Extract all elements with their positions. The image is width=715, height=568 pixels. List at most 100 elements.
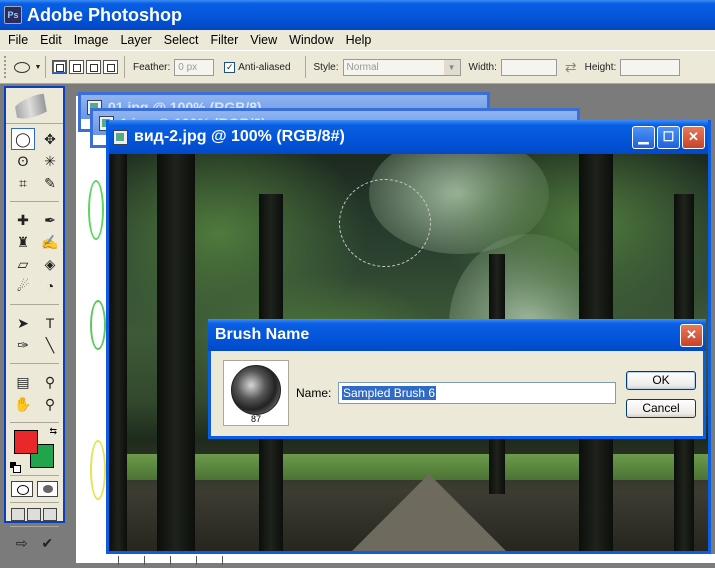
menu-window[interactable]: Window <box>283 33 339 47</box>
paint-bucket-tool-icon[interactable]: ◈ <box>38 253 62 275</box>
swap-width-height-icon[interactable]: ⇄ <box>565 59 577 76</box>
sketch-mark <box>222 556 236 565</box>
type-tool-icon[interactable]: T <box>38 312 62 334</box>
swap-colors-icon[interactable]: ⇆ <box>49 426 57 437</box>
hand-tool-icon[interactable]: ✋ <box>11 393 35 415</box>
line-tool-icon[interactable]: ╲ <box>38 334 62 356</box>
path-selection-tool-icon[interactable]: ➤ <box>11 312 35 334</box>
jump-to-imageready-icon[interactable]: ⇨ <box>11 532 33 554</box>
new-selection-button[interactable] <box>52 60 67 74</box>
color-swatches: ⇆ <box>10 426 59 473</box>
jump-row: ⇨ ✔ <box>6 530 63 556</box>
pen-tool-icon[interactable]: ✑ <box>11 334 35 356</box>
menu-view[interactable]: View <box>244 33 283 47</box>
screen-mode-row <box>6 506 63 523</box>
menu-select[interactable]: Select <box>158 33 205 47</box>
divider <box>10 502 59 503</box>
anti-aliased-label: Anti-aliased <box>238 61 291 73</box>
dodge-tool-icon[interactable]: ◔ <box>38 275 62 297</box>
sketch-mark <box>196 556 210 565</box>
anti-aliased-checkbox[interactable]: ✓ <box>224 61 236 73</box>
eyedropper-tool-icon[interactable]: ⚲ <box>38 371 62 393</box>
height-label: Height: <box>584 61 617 73</box>
lasso-tool-icon[interactable]: ʘ <box>11 150 35 172</box>
document-titlebar[interactable]: вид-2.jpg @ 100% (RGB/8#) ▁ ☐ ✕ <box>109 120 708 154</box>
tools-grid: ➤ T ✑ ╲ <box>6 308 63 360</box>
clone-stamp-tool-icon[interactable]: ♜ <box>11 231 35 253</box>
standard-screen-mode-button[interactable] <box>11 508 25 521</box>
eraser-tool-icon[interactable]: ▱ <box>11 253 35 275</box>
close-button[interactable]: ✕ <box>682 125 705 149</box>
divider <box>10 363 59 364</box>
elliptical-marquee-icon <box>13 61 30 73</box>
ok-button[interactable]: OK <box>626 371 696 390</box>
full-screen-mode-button[interactable] <box>43 508 57 521</box>
notes-tool-icon[interactable]: ▤ <box>11 371 35 393</box>
minimize-button[interactable]: ▁ <box>632 125 655 149</box>
divider <box>10 475 59 476</box>
menu-layer[interactable]: Layer <box>114 33 157 47</box>
add-to-selection-button[interactable] <box>69 60 84 74</box>
style-select[interactable]: Normal ▼ <box>342 58 461 76</box>
selection-modes <box>46 56 125 78</box>
green-doodle <box>90 300 106 350</box>
cancel-button[interactable]: Cancel <box>626 399 696 418</box>
brush-tool-icon[interactable]: ✒ <box>38 209 62 231</box>
standard-mode-button[interactable] <box>11 481 33 497</box>
app-titlebar: Ps Adobe Photoshop <box>0 0 715 30</box>
zoom-tool-icon[interactable]: ⚲ <box>38 393 62 415</box>
options-bar: ▼ Feather: 0 px ✓ Anti-aliased Style: No… <box>0 50 715 84</box>
sketch-mark <box>170 556 184 565</box>
menu-file[interactable]: File <box>2 33 34 47</box>
elliptical-marquee-tool-icon[interactable]: ◯ <box>11 128 35 150</box>
document-title: вид-2.jpg @ 100% (RGB/8#) <box>134 128 345 145</box>
document-icon <box>113 129 128 145</box>
menu-image[interactable]: Image <box>68 33 115 47</box>
height-input[interactable] <box>620 58 681 76</box>
menu-help[interactable]: Help <box>340 33 378 47</box>
quick-mask-mode-button[interactable] <box>36 481 58 497</box>
style-label: Style: <box>313 61 339 73</box>
brush-name-input[interactable]: Sampled Brush 6 <box>338 382 616 404</box>
full-screen-menu-mode-button[interactable] <box>27 508 41 521</box>
healing-brush-tool-icon[interactable]: ✚ <box>11 209 35 231</box>
slice-tool-icon[interactable]: ✎ <box>38 172 62 194</box>
menu-edit[interactable]: Edit <box>34 33 68 47</box>
menu-bar: File Edit Image Layer Select Filter View… <box>0 30 715 50</box>
subtract-from-selection-button[interactable] <box>86 60 101 74</box>
width-label: Width: <box>468 61 497 73</box>
dialog-close-button[interactable]: ✕ <box>680 323 703 347</box>
tools-grid: ✚ ✒ ♜ ✍ ▱ ◈ ☄ ◔ <box>6 205 63 301</box>
dialog-titlebar[interactable]: Brush Name ✕ <box>208 319 706 351</box>
tools-grid: ◯ ✥ ʘ ✳ ⌗ ✎ <box>6 124 63 198</box>
brush-name-value: Sampled Brush 6 <box>342 386 437 400</box>
name-label: Name: <box>296 386 332 400</box>
toolbox-header[interactable] <box>6 87 63 124</box>
green-doodle <box>88 180 104 240</box>
photoshop-logo-icon: Ps <box>4 6 22 24</box>
feather-input[interactable]: 0 px <box>174 58 215 76</box>
blur-tool-icon[interactable]: ☄ <box>11 275 35 297</box>
crop-tool-icon[interactable]: ⌗ <box>11 172 35 194</box>
menu-filter[interactable]: Filter <box>204 33 244 47</box>
elliptical-selection-marquee[interactable] <box>339 179 431 267</box>
foreground-color-swatch[interactable] <box>14 430 38 454</box>
width-input[interactable] <box>500 58 557 76</box>
magic-wand-tool-icon[interactable]: ✳ <box>38 150 62 172</box>
maximize-button[interactable]: ☐ <box>657 125 680 149</box>
feather-logo-icon <box>8 87 61 124</box>
divider <box>10 422 59 423</box>
sampled-brush-icon <box>231 365 281 415</box>
move-tool-icon[interactable]: ✥ <box>38 128 62 150</box>
chevron-down-icon: ▼ <box>443 59 460 75</box>
tools-grid: ▤ ⚲ ✋ ⚲ <box>6 367 63 419</box>
park-path <box>349 474 509 551</box>
tool-preset-picker[interactable]: ▼ <box>10 56 46 78</box>
history-brush-tool-icon[interactable]: ✍ <box>38 231 62 253</box>
intersect-selection-button[interactable] <box>103 60 118 74</box>
sketch-mark <box>144 556 158 565</box>
edit-in-imageready-icon[interactable]: ✔ <box>37 532 59 554</box>
divider <box>10 304 59 305</box>
brush-size: 87 <box>250 414 261 424</box>
default-colors-icon[interactable] <box>10 462 21 473</box>
